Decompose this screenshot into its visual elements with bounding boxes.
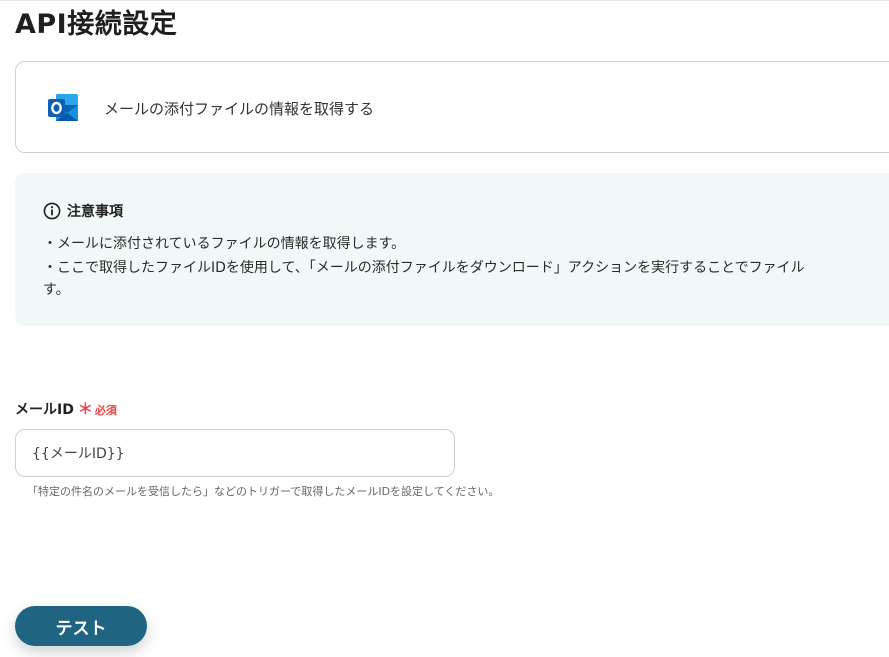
notice-title: 注意事項 [67,204,123,220]
page-title: API接続設定 [15,9,178,40]
mail-id-label: メールID [15,402,74,418]
outlook-icon [48,94,78,121]
notice-line: ・メールに添付されているファイルの情報を取得します。 [43,236,406,252]
required-badge: 必須 [94,404,117,417]
info-icon [43,202,61,220]
action-label: メールの添付ファイルの情報を取得する [104,100,375,118]
mail-id-hint: 「特定の件名のメールを受信したら」などのトリガーで取得したメールIDを設定してく… [27,485,500,498]
required-asterisk: ＊ [77,400,93,418]
mail-id-input[interactable] [15,429,455,477]
notice-line: す。 [43,282,70,298]
notice-header: 注意事項 [43,201,123,221]
notice-line: ・ここで取得したファイルIDを使用して、「メールの添付ファイルをダウンロード」ア… [43,260,805,276]
notice-box: 注意事項 ・メールに添付されているファイルの情報を取得します。 ・ここで取得した… [15,173,889,326]
mail-id-label-row: メールID ＊ 必須 [15,398,117,419]
top-divider [0,0,889,1]
test-button[interactable]: テスト [15,606,147,646]
action-card[interactable]: メールの添付ファイルの情報を取得する [15,61,889,153]
